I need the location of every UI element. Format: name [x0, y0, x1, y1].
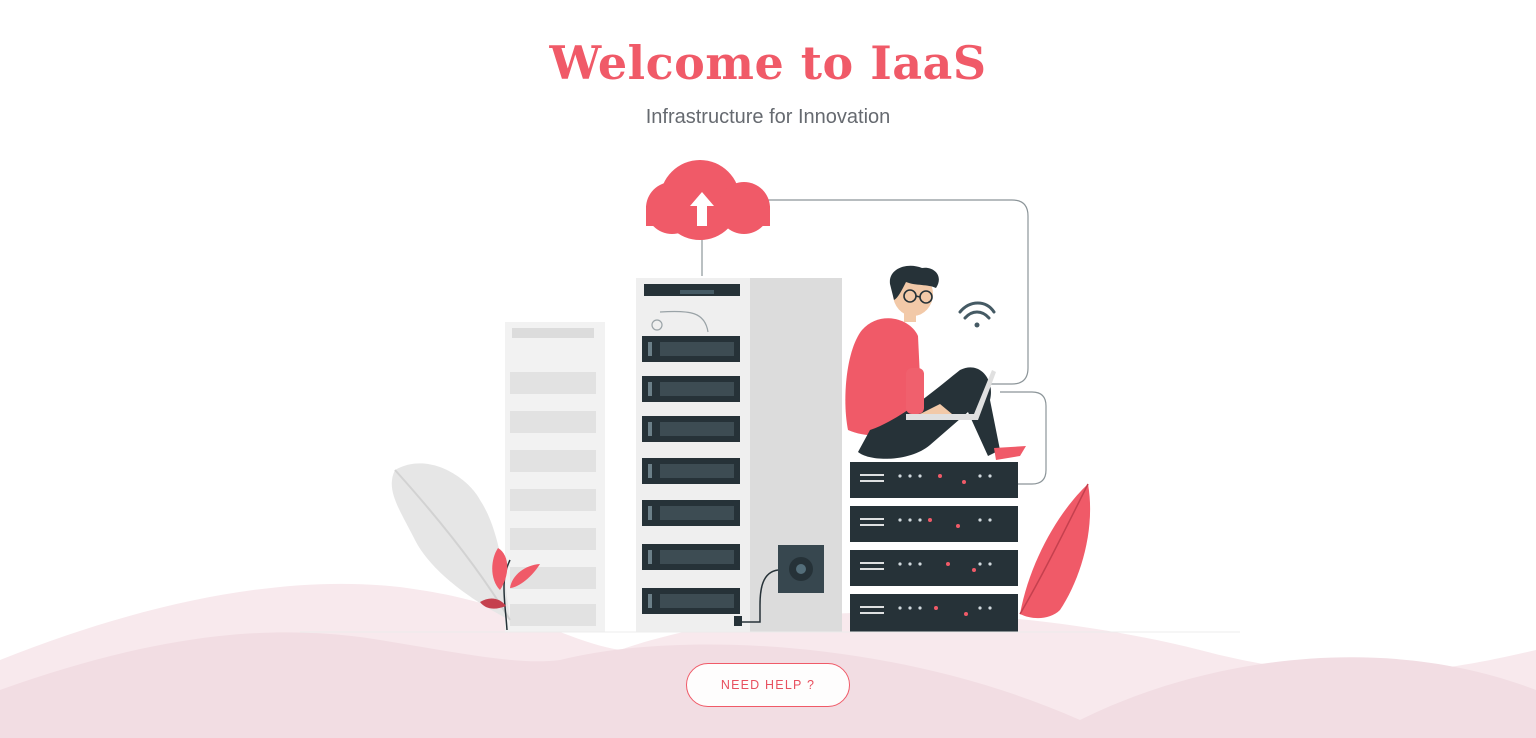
server-stack: [850, 462, 1018, 632]
red-leaf-plant: [1019, 483, 1091, 619]
page-title: Welcome to IaaS: [549, 36, 987, 90]
need-help-button[interactable]: NEED HELP ?: [686, 663, 850, 707]
main-server-rack: [636, 278, 842, 632]
cloud-upload-icon: [646, 160, 770, 240]
page-subtitle: Infrastructure for Innovation: [645, 106, 891, 128]
background-server-rack: [505, 322, 605, 632]
person-with-laptop: [845, 265, 1026, 460]
wifi-icon: [958, 301, 996, 328]
